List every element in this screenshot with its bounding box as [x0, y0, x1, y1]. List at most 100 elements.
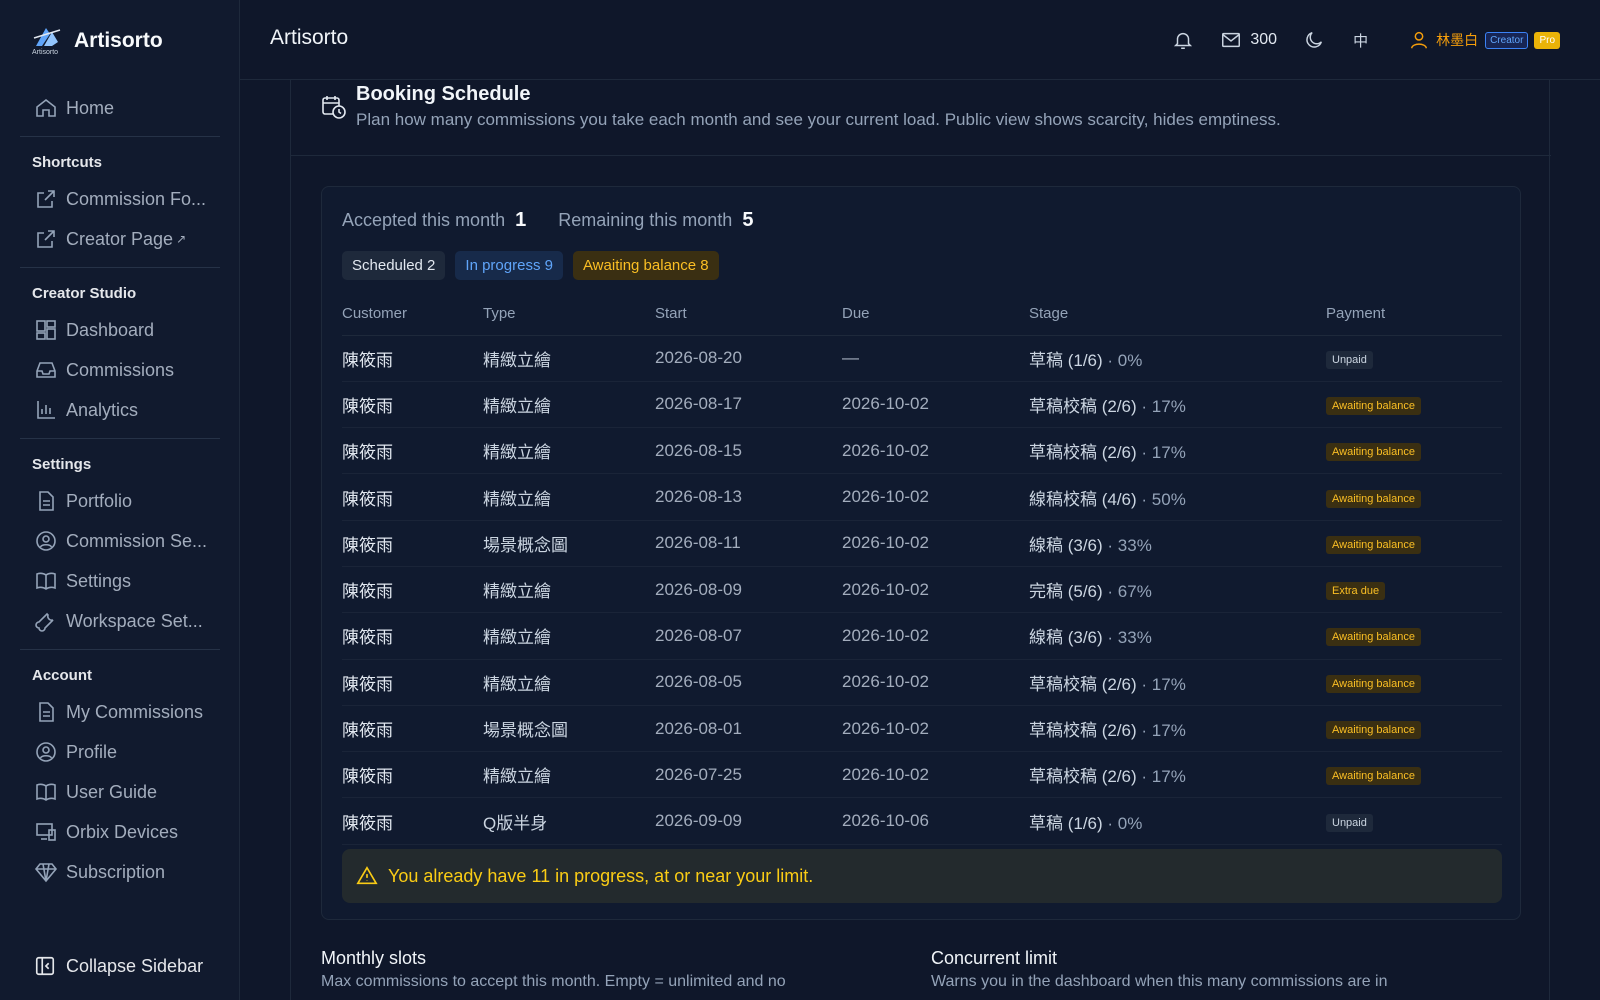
in-progress-chip[interactable]: In progress 9 — [455, 251, 563, 280]
payment-badge: Awaiting balance — [1326, 535, 1421, 554]
col-payment[interactable]: Payment — [1326, 293, 1502, 336]
concurrent-limit-title: Concurrent limit — [931, 948, 1058, 968]
table-body: 陳筱雨 精緻立繪 2026-08-20— 草稿 (1/6) · 0% Unpaid 陳筱雨… — [342, 335, 1502, 845]
col-customer[interactable]: Customer — [342, 293, 483, 336]
sidebar-item-profile[interactable]: Profile — [20, 732, 220, 772]
payment-badge: Unpaid — [1326, 813, 1373, 832]
customer-cell: 陳筱雨 — [342, 335, 483, 382]
sidebar-item-home[interactable]: Home — [20, 88, 220, 128]
stage-percent: · 50% — [1141, 489, 1186, 509]
payment-badge: Awaiting balance — [1326, 628, 1421, 647]
sidebar-item-portfolio[interactable]: Portfolio — [20, 481, 220, 521]
table-row[interactable]: 陳筱雨 精緻立繪 2026-08-09 2026-10-02 完稿 (5/6) · 67… — [342, 566, 1502, 614]
stage-percent: · 17% — [1141, 674, 1186, 694]
payment-cell: Awaiting balance — [1326, 473, 1502, 521]
start-cell: 2026-08-20 — [655, 335, 842, 382]
col-start[interactable]: Start — [655, 293, 842, 336]
start-cell: 2026-08-01 — [655, 705, 842, 753]
sidebar-item-user-guide[interactable]: User Guide — [20, 772, 220, 812]
sidebar-item-creator-page[interactable]: Creator Page ↗ — [20, 219, 220, 259]
payment-cell: Awaiting balance — [1326, 659, 1502, 706]
sidebar-item-commission-settings[interactable]: Commission Se... — [20, 521, 220, 561]
sidebar-item-commission-form[interactable]: Commission Fo... — [20, 179, 220, 219]
user-menu[interactable]: 林墨白 Creator Pro — [1408, 29, 1560, 51]
sidebar-item-label: Commissions — [66, 359, 175, 380]
mail-icon — [1220, 29, 1242, 51]
sidebar-item-dashboard[interactable]: Dashboard — [20, 310, 220, 350]
diamond-icon — [34, 860, 58, 884]
divider — [20, 136, 220, 137]
stage-cell: 線稿 (3/6) · 33% — [1029, 612, 1326, 660]
due-cell: 2026-10-02 — [842, 520, 1029, 567]
sidebar-item-subscription[interactable]: Subscription — [20, 852, 220, 892]
stage-cell: 草稿校稿 (2/6) · 17% — [1029, 381, 1326, 429]
brand[interactable]: Artisorto Artisorto — [32, 24, 163, 58]
sidebar-item-analytics[interactable]: Analytics — [20, 390, 220, 430]
monthly-slots-desc: Max commissions to accept this month. Em… — [321, 973, 786, 990]
section-heading: Creator Studio — [32, 285, 137, 302]
messages-button[interactable]: 300 — [1220, 29, 1277, 51]
home-icon — [34, 96, 58, 120]
payment-badge: Awaiting balance — [1326, 396, 1421, 415]
stage-cell: 草稿校稿 (2/6) · 17% — [1029, 659, 1326, 706]
table-row[interactable]: 陳筱雨 場景概念圖 2026-08-01 2026-10-02 草稿校稿 (2/6) ·… — [342, 705, 1502, 753]
col-due[interactable]: Due — [842, 293, 1029, 336]
moon-icon[interactable] — [1303, 29, 1325, 51]
col-type[interactable]: Type — [483, 293, 655, 336]
due-cell: 2026-10-02 — [842, 751, 1029, 799]
sidebar-item-label: Settings — [66, 570, 132, 591]
collapse-sidebar-button[interactable]: Collapse Sidebar — [34, 955, 203, 977]
table-row[interactable]: 陳筱雨 精緻立繪 2026-08-20— 草稿 (1/6) · 0% Unpaid — [342, 335, 1502, 382]
payment-cell: Awaiting balance — [1326, 705, 1502, 753]
brand-logo: Artisorto — [32, 24, 62, 58]
stage-cell: 線稿校稿 (4/6) · 50% — [1029, 473, 1326, 521]
section-heading: Account — [32, 667, 92, 684]
language-toggle[interactable]: 中 — [1353, 30, 1368, 51]
stage-cell: 草稿 (1/6) · 0% — [1029, 797, 1326, 845]
col-stage[interactable]: Stage — [1029, 293, 1326, 336]
sidebar-item-commissions[interactable]: Commissions — [20, 350, 220, 390]
sidebar-item-settings[interactable]: Settings — [20, 561, 220, 601]
topbar-actions: 300 中 林墨白 Creator Pro — [1172, 26, 1560, 54]
stage-cell: 完稿 (5/6) · 67% — [1029, 566, 1326, 614]
table-row[interactable]: 陳筱雨 精緻立繪 2026-08-05 2026-10-02 草稿校稿 (2/6) · … — [342, 659, 1502, 706]
topbar: Artisorto 300 中 林墨白 Creator Pro — [240, 0, 1600, 80]
payment-badge: Awaiting balance — [1326, 443, 1421, 462]
scheduled-chip[interactable]: Scheduled 2 — [342, 251, 446, 280]
sidebar-item-my-commissions[interactable]: My Commissions — [20, 692, 220, 732]
sidebar-item-label: Dashboard — [66, 319, 155, 340]
type-cell: Q版半身 — [483, 797, 655, 845]
customer-cell: 陳筱雨 — [342, 473, 483, 521]
divider — [20, 649, 220, 650]
bell-icon[interactable] — [1172, 29, 1194, 51]
sidebar-item-orbix-devices[interactable]: Orbix Devices — [20, 812, 220, 852]
table-row[interactable]: 陳筱雨 場景概念圖 2026-08-11 2026-10-02 線稿 (3/6) · 3… — [342, 520, 1502, 567]
customer-cell: 陳筱雨 — [342, 751, 483, 799]
start-cell: 2026-08-17 — [655, 381, 842, 429]
start-cell: 2026-08-05 — [655, 659, 842, 706]
warning-icon — [356, 865, 378, 887]
customer-cell: 陳筱雨 — [342, 520, 483, 567]
customer-cell: 陳筱雨 — [342, 566, 483, 614]
start-cell: 2026-08-15 — [655, 427, 842, 475]
table-row[interactable]: 陳筱雨 精緻立繪 2026-07-25 2026-10-02 草稿校稿 (2/6) · … — [342, 751, 1502, 799]
stage-label: 草稿校稿 (2/6) — [1029, 767, 1137, 787]
table-row[interactable]: 陳筱雨 Q版半身 2026-09-09 2026-10-06 草稿 (1/6) · 0%… — [342, 797, 1502, 845]
table-row[interactable]: 陳筱雨 精緻立繪 2026-08-17 2026-10-02 草稿校稿 (2/6) · … — [342, 381, 1502, 429]
table-row[interactable]: 陳筱雨 精緻立繪 2026-08-13 2026-10-02 線稿校稿 (4/6) · … — [342, 473, 1502, 521]
sidebar-item-workspace-settings[interactable]: Workspace Set... — [20, 601, 220, 641]
table-row[interactable]: 陳筱雨 精緻立繪 2026-08-15 2026-10-02 草稿校稿 (2/6) · … — [342, 427, 1502, 475]
stage-percent: · 33% — [1107, 535, 1152, 555]
due-cell: 2026-10-06 — [842, 797, 1029, 845]
type-cell: 精緻立繪 — [483, 427, 655, 475]
payment-cell: Unpaid — [1326, 797, 1502, 845]
month-stats: Accepted this month 1 Remaining this mon… — [342, 209, 785, 232]
sidebar-item-label: Creator Page — [66, 228, 174, 249]
awaiting-balance-chip[interactable]: Awaiting balance 8 — [572, 251, 719, 280]
table-row[interactable]: 陳筱雨 精緻立繪 2026-08-07 2026-10-02 線稿 (3/6) · 33… — [342, 612, 1502, 660]
status-chips: Scheduled 2 In progress 9 Awaiting balan… — [342, 251, 729, 280]
customer-cell: 陳筱雨 — [342, 381, 483, 429]
stage-percent: · 17% — [1141, 443, 1186, 463]
customer-cell: 陳筱雨 — [342, 659, 483, 706]
due-cell: 2026-10-02 — [842, 473, 1029, 521]
